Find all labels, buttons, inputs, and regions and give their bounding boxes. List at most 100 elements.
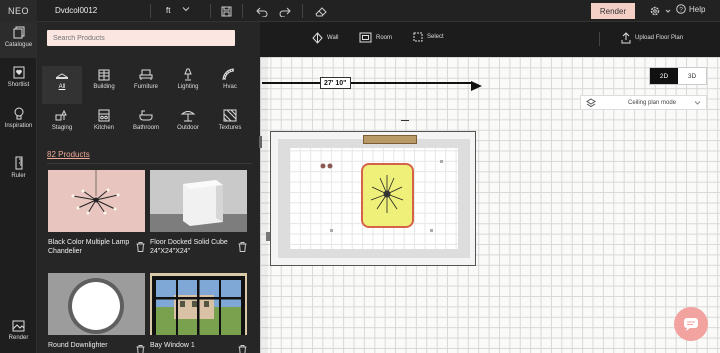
category-bathroom[interactable]: Bathroom bbox=[126, 107, 166, 145]
search-input[interactable] bbox=[47, 30, 235, 46]
nav-label: Ruler bbox=[11, 173, 26, 179]
category-label: All bbox=[58, 84, 66, 90]
nav-inspiration[interactable]: Inspiration bbox=[0, 103, 37, 139]
ceiling-mode-select[interactable]: Ceiling plan mode bbox=[580, 95, 707, 110]
category-all[interactable]: All bbox=[42, 66, 82, 104]
select-tool[interactable]: Select bbox=[413, 32, 444, 42]
wall-tool[interactable]: Wall bbox=[312, 32, 338, 44]
undo-icon[interactable] bbox=[254, 3, 270, 19]
project-name[interactable]: Dvdcol0012 bbox=[55, 6, 97, 15]
chevron-down-icon[interactable] bbox=[660, 3, 676, 19]
product-thumbnail[interactable] bbox=[150, 273, 247, 335]
catalogue-panel: All Building Furniture Lighting Hvac Sta… bbox=[37, 22, 260, 353]
redo-icon[interactable] bbox=[277, 3, 293, 19]
left-nav: Catalogue Shortlist Inspiration Ruler Re… bbox=[0, 22, 37, 353]
product-thumbnail[interactable] bbox=[150, 170, 247, 232]
dimension-line bbox=[262, 82, 472, 84]
category-label: Furniture bbox=[133, 84, 158, 90]
staging-icon bbox=[55, 109, 67, 121]
marker bbox=[330, 229, 333, 232]
nav-label: Catalogue bbox=[4, 42, 33, 48]
ceiling-mode-label: Ceiling plan mode bbox=[628, 99, 677, 106]
wall-label: Wall bbox=[327, 35, 339, 41]
textures-icon bbox=[223, 109, 237, 122]
upload-floor-plan-button[interactable]: Upload Floor Plan bbox=[621, 32, 683, 44]
chat-button[interactable] bbox=[674, 307, 708, 341]
product-card[interactable]: Black Color Multiple Lamp Chandelier bbox=[48, 170, 145, 256]
divider bbox=[150, 4, 151, 18]
kitchen-icon bbox=[98, 109, 110, 122]
product-title: Round Downlighter bbox=[48, 342, 108, 349]
nav-ruler[interactable]: Ruler bbox=[0, 152, 37, 188]
bathroom-icon bbox=[139, 110, 153, 121]
nav-render[interactable]: Render bbox=[0, 316, 37, 352]
trash-icon[interactable] bbox=[136, 342, 145, 353]
view-3d-button[interactable]: 3D bbox=[678, 68, 706, 84]
furniture-icon bbox=[139, 69, 153, 80]
category-furniture[interactable]: Furniture bbox=[126, 66, 166, 104]
lamp-icon bbox=[184, 68, 192, 81]
dimension-label[interactable]: 27' 10" bbox=[320, 77, 351, 89]
product-card[interactable]: Round Downlighter bbox=[48, 273, 145, 353]
category-label: Kitchen bbox=[93, 125, 114, 131]
view-toggle: 2D 3D bbox=[649, 67, 707, 85]
wall-icon bbox=[312, 32, 323, 44]
product-thumbnail[interactable] bbox=[48, 170, 145, 232]
fixture-dots[interactable] bbox=[320, 156, 334, 174]
catalogue-icon bbox=[13, 26, 24, 39]
category-outdoor[interactable]: Outdoor bbox=[168, 107, 208, 145]
app-root: NEO Dvdcol0012 ft Render ? Help Catalogu… bbox=[0, 0, 720, 353]
upload-icon bbox=[621, 32, 631, 44]
window-object[interactable] bbox=[363, 135, 417, 144]
category-lighting[interactable]: Lighting bbox=[168, 66, 208, 104]
category-kitchen[interactable]: Kitchen bbox=[84, 107, 124, 145]
app-logo: NEO bbox=[0, 0, 37, 22]
view-2d-button[interactable]: 2D bbox=[650, 68, 678, 84]
render-icon bbox=[12, 320, 25, 332]
chevron-down-icon[interactable] bbox=[182, 5, 190, 15]
chat-icon bbox=[684, 318, 698, 331]
divider bbox=[47, 163, 252, 164]
product-title: Bay Window 1 bbox=[150, 342, 195, 349]
room-tool[interactable]: Room bbox=[359, 32, 392, 43]
help-link[interactable]: ? Help bbox=[676, 4, 705, 14]
divider bbox=[242, 4, 243, 18]
product-thumbnail[interactable] bbox=[48, 273, 145, 335]
outdoor-icon bbox=[180, 111, 196, 122]
render-button[interactable]: Render bbox=[591, 3, 635, 19]
panel-resize-handle[interactable] bbox=[259, 136, 262, 148]
category-textures[interactable]: Textures bbox=[210, 107, 250, 145]
select-icon bbox=[413, 32, 423, 42]
product-card[interactable]: Floor Docked Solid Cube 24"X24"X24" bbox=[150, 170, 247, 256]
category-label: Textures bbox=[218, 125, 242, 131]
wall-bottom bbox=[278, 249, 470, 258]
eraser-icon[interactable] bbox=[313, 3, 329, 19]
layers-icon bbox=[586, 97, 596, 107]
marker-dash bbox=[401, 120, 409, 122]
product-card[interactable]: Bay Window 1 bbox=[150, 273, 247, 353]
category-building[interactable]: Building bbox=[84, 66, 124, 104]
nav-catalogue[interactable]: Catalogue bbox=[0, 22, 37, 58]
chandelier-icon bbox=[370, 175, 404, 213]
trash-icon[interactable] bbox=[136, 239, 145, 257]
product-count-link[interactable]: 82 Products bbox=[47, 150, 90, 159]
chevron-down-icon bbox=[694, 100, 701, 105]
trash-icon[interactable] bbox=[238, 342, 247, 353]
save-icon[interactable] bbox=[218, 3, 234, 19]
canvas-edge bbox=[260, 57, 268, 353]
category-label: Hvac bbox=[223, 84, 237, 90]
category-staging[interactable]: Staging bbox=[42, 107, 82, 145]
wall-right bbox=[458, 139, 470, 258]
nav-label: Shortlist bbox=[7, 82, 30, 88]
nav-shortlist[interactable]: Shortlist bbox=[0, 62, 37, 98]
category-hvac[interactable]: Hvac bbox=[210, 66, 250, 104]
category-label: Staging bbox=[51, 125, 73, 131]
product-title: Floor Docked Solid Cube 24"X24"X24" bbox=[150, 239, 228, 255]
hvac-icon bbox=[222, 68, 235, 81]
product-title: Black Color Multiple Lamp Chandelier bbox=[48, 239, 130, 255]
wall-left bbox=[278, 139, 290, 258]
selected-chandelier[interactable] bbox=[361, 163, 414, 228]
shortlist-icon bbox=[13, 66, 24, 79]
trash-icon[interactable] bbox=[238, 239, 247, 257]
unit-select[interactable]: ft bbox=[166, 6, 170, 15]
